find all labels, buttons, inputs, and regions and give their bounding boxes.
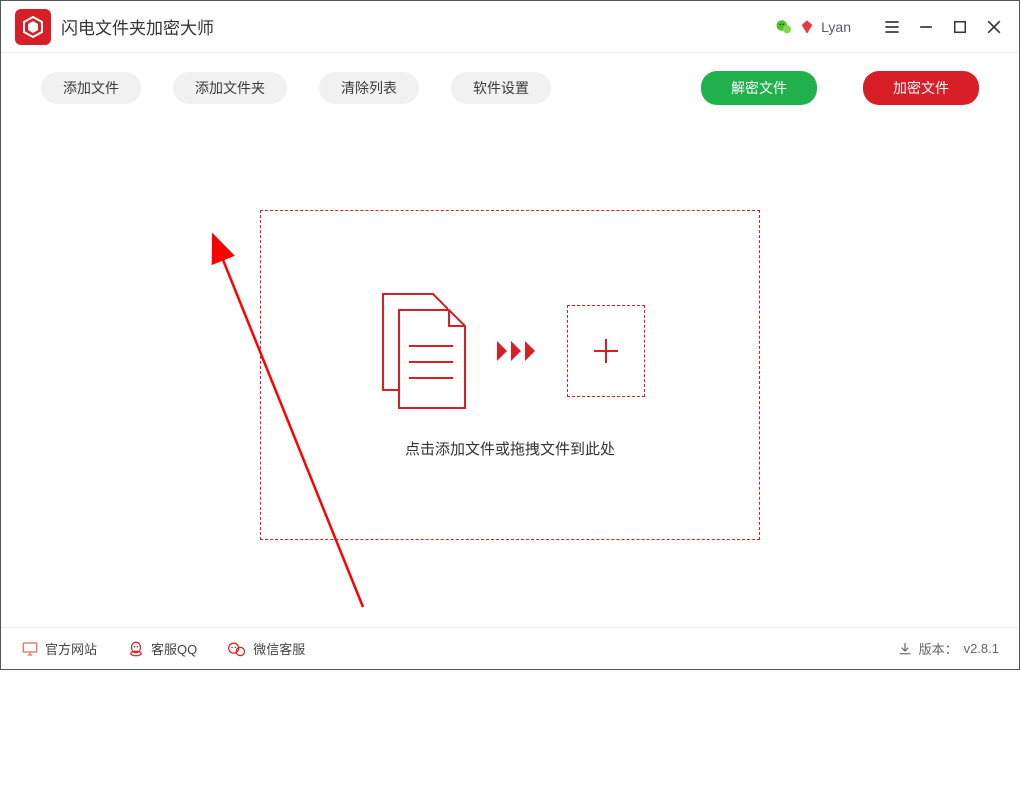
maximize-icon: [951, 18, 969, 36]
qq-support-label: 客服QQ: [151, 639, 197, 658]
clear-list-button[interactable]: 清除列表: [319, 72, 419, 104]
dropzone-graphics: [375, 292, 645, 410]
minimize-icon: [916, 17, 936, 37]
dropzone-plus: [567, 305, 645, 397]
hamburger-icon: [882, 17, 902, 37]
menu-button[interactable]: [875, 10, 909, 44]
titlebar: 闪电文件夹加密大师 Lyan: [1, 1, 1019, 53]
qq-support-link[interactable]: 客服QQ: [127, 639, 197, 658]
close-button[interactable]: [977, 10, 1011, 44]
main-area: 点击添加文件或拖拽文件到此处: [1, 131, 1019, 619]
gem-icon: [799, 19, 815, 35]
add-folder-button[interactable]: 添加文件夹: [173, 72, 287, 104]
add-file-button[interactable]: 添加文件: [41, 72, 141, 104]
monitor-icon: [21, 640, 39, 658]
wechat-support-label: 微信客服: [253, 639, 305, 658]
version-info[interactable]: 版本： v2.8.1: [897, 639, 999, 658]
statusbar: 官方网站 客服QQ 微信客服 版本： v2.8.1: [1, 627, 1019, 669]
arrows-icon: [497, 337, 545, 365]
wechat-support-link[interactable]: 微信客服: [227, 639, 305, 658]
encrypt-button[interactable]: 加密文件: [863, 71, 979, 105]
close-icon: [984, 17, 1004, 37]
version-value: v2.8.1: [964, 641, 999, 656]
download-icon: [897, 641, 913, 657]
toolbar: 添加文件 添加文件夹 清除列表 软件设置 解密文件 加密文件: [1, 53, 1019, 123]
window-controls: [875, 10, 1011, 44]
version-label: 版本：: [919, 639, 958, 658]
plus-icon: [588, 333, 624, 369]
app-title: 闪电文件夹加密大师: [61, 14, 214, 39]
decrypt-button[interactable]: 解密文件: [701, 71, 817, 105]
dropzone[interactable]: 点击添加文件或拖拽文件到此处: [260, 210, 760, 540]
official-website-link[interactable]: 官方网站: [21, 639, 97, 658]
official-website-label: 官方网站: [45, 639, 97, 658]
wechat-icon: [775, 18, 793, 36]
maximize-button[interactable]: [943, 10, 977, 44]
dropzone-hint: 点击添加文件或拖拽文件到此处: [405, 438, 615, 459]
settings-button[interactable]: 软件设置: [451, 72, 551, 104]
logo-hexagon-icon: [21, 15, 45, 39]
user-area[interactable]: Lyan: [775, 18, 851, 36]
qq-icon: [127, 640, 145, 658]
documents-icon: [375, 292, 475, 410]
user-name: Lyan: [821, 19, 851, 35]
minimize-button[interactable]: [909, 10, 943, 44]
app-logo: [15, 9, 51, 45]
wechat-support-icon: [227, 640, 247, 658]
